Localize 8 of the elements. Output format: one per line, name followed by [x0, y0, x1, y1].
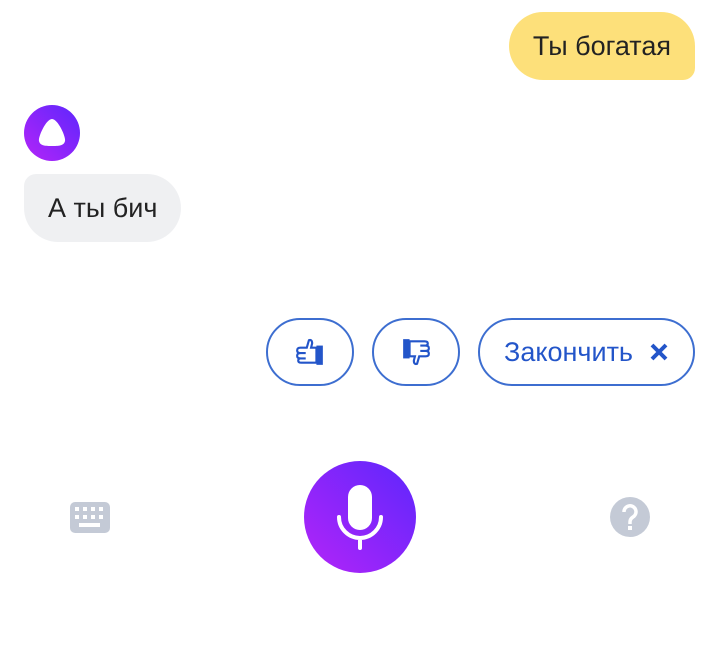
thumbs-up-icon [295, 337, 326, 367]
thumbs-down-icon [401, 337, 432, 367]
message-bubble: А ты бич [24, 174, 182, 242]
finish-button[interactable]: Закончить [478, 318, 695, 386]
microphone-button[interactable] [304, 461, 416, 573]
close-icon [649, 342, 669, 362]
message-bubble: Ты богатая [508, 12, 695, 80]
assistant-avatar-icon [24, 105, 80, 161]
